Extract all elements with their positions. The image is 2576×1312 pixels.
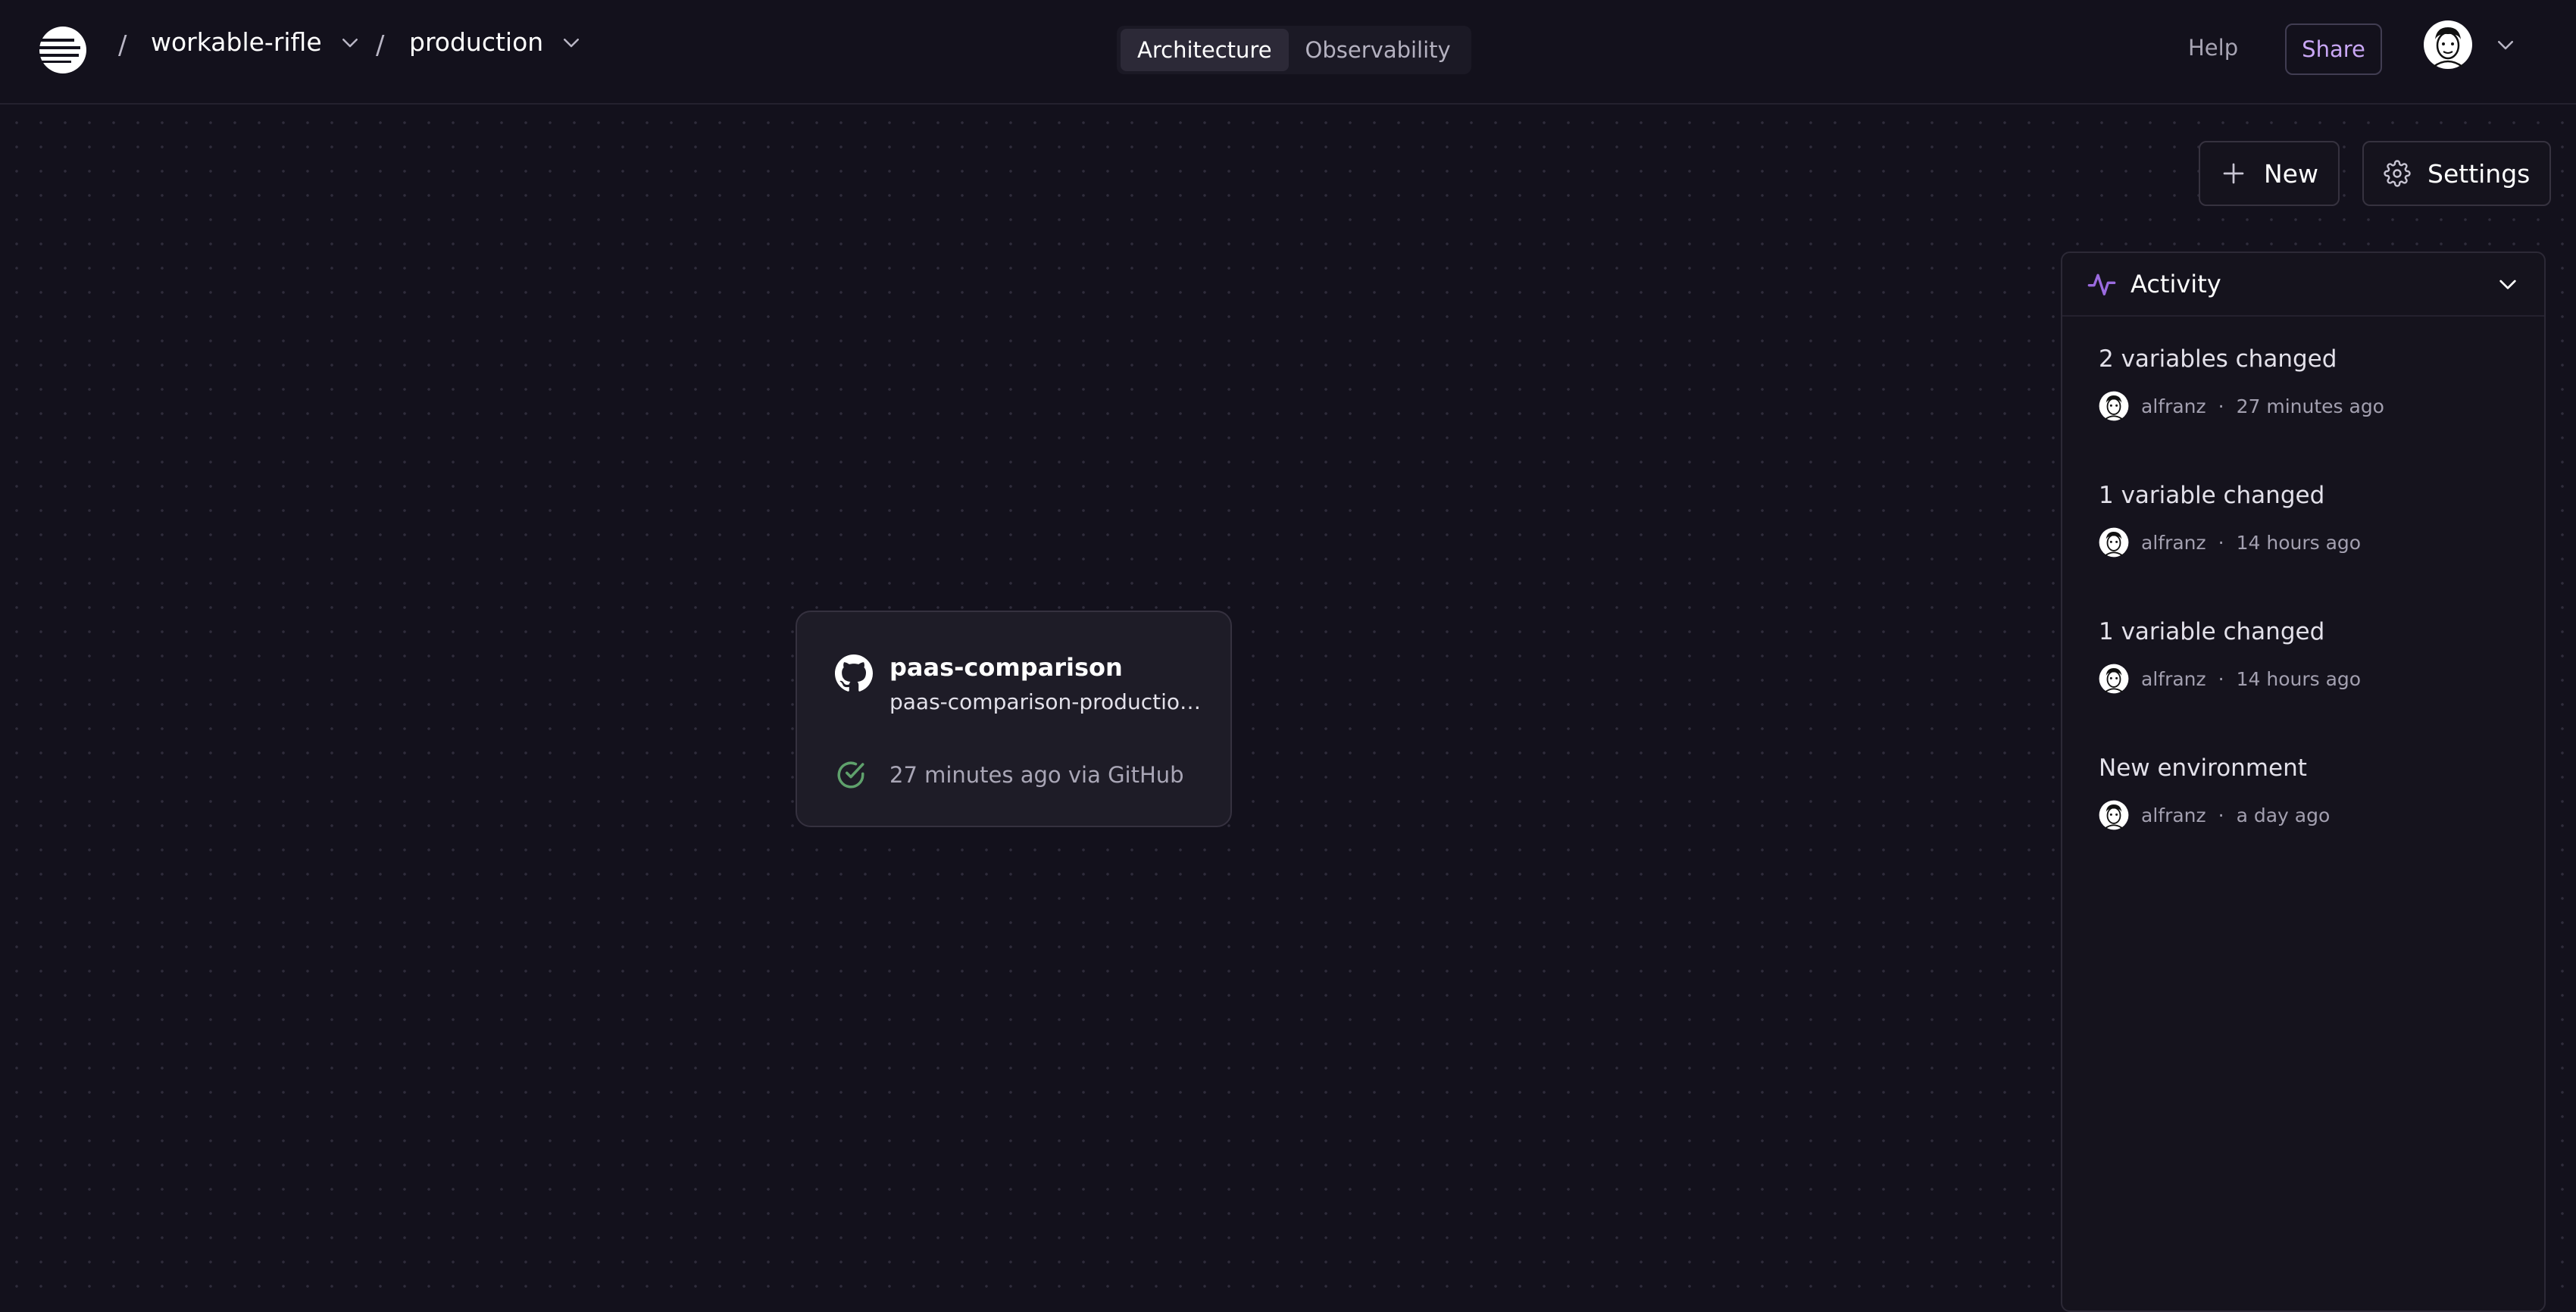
deployment-status: 27 minutes ago via GitHub bbox=[889, 762, 1184, 788]
chevron-down-icon bbox=[564, 38, 580, 47]
activity-user[interactable]: alfranz bbox=[2141, 804, 2206, 826]
environment-name: production bbox=[409, 27, 544, 57]
activity-title: Activity bbox=[2131, 270, 2221, 298]
chevron-down-icon bbox=[2498, 41, 2513, 50]
avatar bbox=[2099, 527, 2129, 558]
activity-user[interactable]: alfranz bbox=[2141, 532, 2206, 554]
environment-selector[interactable]: production bbox=[409, 27, 583, 57]
avatar bbox=[2099, 800, 2129, 830]
activity-time: 14 hours ago bbox=[2236, 667, 2362, 690]
share-button[interactable]: Share bbox=[2285, 23, 2382, 75]
github-icon bbox=[835, 654, 873, 692]
chevron-down-icon bbox=[342, 38, 358, 47]
settings-button-label: Settings bbox=[2428, 158, 2531, 189]
new-button[interactable]: New bbox=[2199, 141, 2340, 206]
railway-logo-icon[interactable] bbox=[38, 25, 88, 75]
activity-item-title: 1 variable changed bbox=[2099, 482, 2325, 509]
top-bar: / workable-rifle / production Architectu… bbox=[0, 0, 2576, 105]
account-menu[interactable] bbox=[2423, 20, 2517, 70]
check-circle-icon bbox=[837, 761, 864, 789]
activity-item[interactable]: 1 variable changed alfranz · 14 hours ag… bbox=[2099, 617, 2523, 694]
activity-header[interactable]: Activity bbox=[2062, 253, 2544, 317]
avatar bbox=[2424, 20, 2472, 69]
activity-item[interactable]: New environment alfranz · a day ago bbox=[2099, 753, 2523, 830]
breadcrumb-separator: / bbox=[376, 30, 385, 61]
activity-item[interactable]: 1 variable changed alfranz · 14 hours ag… bbox=[2099, 480, 2523, 558]
gear-icon bbox=[2384, 160, 2411, 187]
project-name: workable-rifle bbox=[151, 27, 322, 57]
activity-item-title: 1 variable changed bbox=[2099, 618, 2325, 645]
service-domain: paas-comparison-production.up.railway.ap… bbox=[889, 689, 1208, 714]
breadcrumb-separator: / bbox=[118, 30, 127, 61]
plus-icon bbox=[2223, 163, 2244, 184]
help-link[interactable]: Help bbox=[2188, 35, 2238, 61]
settings-button[interactable]: Settings bbox=[2362, 141, 2552, 206]
new-button-label: New bbox=[2264, 158, 2318, 189]
service-name: paas-comparison bbox=[889, 653, 1123, 682]
tab-architecture[interactable]: Architecture bbox=[1121, 29, 1289, 71]
activity-item-title: 2 variables changed bbox=[2099, 345, 2337, 373]
activity-item[interactable]: 2 variables changed alfranz · 27 minutes… bbox=[2099, 344, 2523, 421]
tab-observability[interactable]: Observability bbox=[1289, 29, 1468, 71]
avatar bbox=[2099, 664, 2129, 694]
activity-user[interactable]: alfranz bbox=[2141, 395, 2206, 417]
activity-time: 14 hours ago bbox=[2236, 531, 2362, 554]
activity-time: 27 minutes ago bbox=[2236, 395, 2384, 417]
service-card[interactable]: paas-comparison paas-comparison-producti… bbox=[796, 611, 1232, 827]
activity-item-title: New environment bbox=[2099, 754, 2307, 782]
activity-panel: Activity 2 variables changed alfranz · 2… bbox=[2061, 251, 2546, 1312]
activity-pulse-icon bbox=[2087, 273, 2116, 295]
avatar bbox=[2099, 391, 2129, 421]
activity-time: a day ago bbox=[2236, 804, 2331, 826]
project-selector[interactable]: workable-rifle bbox=[151, 27, 361, 57]
chevron-down-icon bbox=[2499, 280, 2516, 289]
view-toggle: Architecture Observability bbox=[1117, 26, 1471, 74]
activity-user[interactable]: alfranz bbox=[2141, 668, 2206, 690]
